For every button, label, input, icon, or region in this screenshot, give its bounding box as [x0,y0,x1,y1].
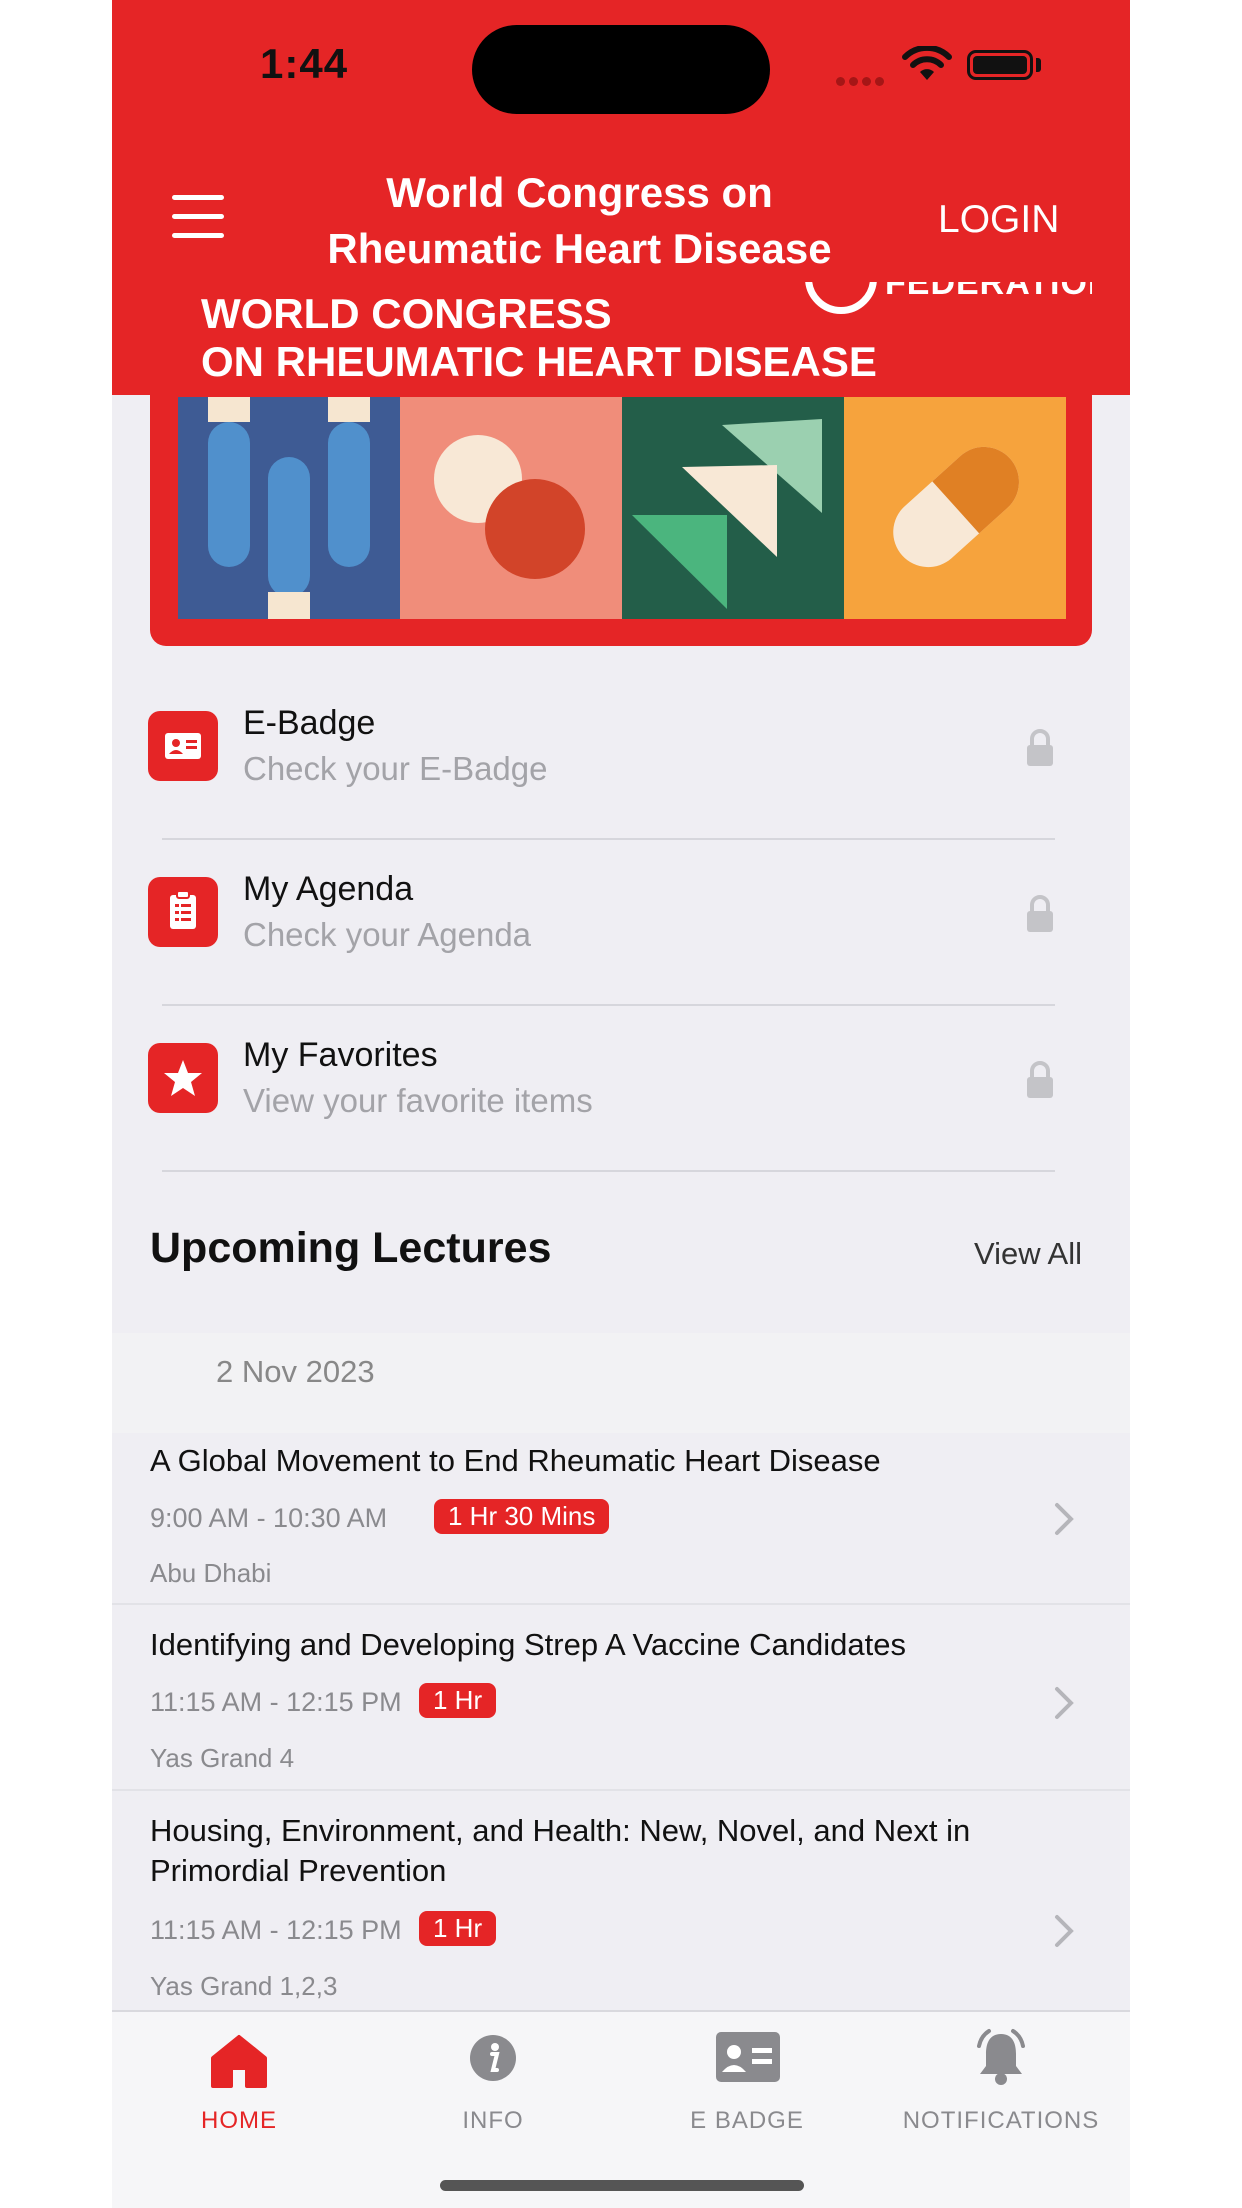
tab-info[interactable]: INFO [366,2012,620,2152]
lecture-title: Identifying and Developing Strep A Vacci… [150,1627,906,1662]
dynamic-island [472,25,770,114]
banner-partial-text: FEDERATION [885,282,1092,302]
clipboard-list-icon [148,877,218,947]
lecture-item[interactable]: Identifying and Developing Strep A Vacci… [112,1605,1130,1789]
lecture-title: Housing, Environment, and Health: New, N… [150,1813,971,1888]
bell-icon [977,2029,1025,2085]
lecture-location: Abu Dhabi [150,1558,272,1588]
menu-row-ebadge[interactable]: E-Badge Check your E-Badge [112,674,1130,840]
banner-title: WORLD CONGRESS ON RHEUMATIC HEART DISEAS… [201,290,877,386]
tab-home[interactable]: HOME [112,2012,366,2152]
status-time: 1:44 [260,40,349,87]
hamburger-menu-icon[interactable] [172,195,224,239]
page-title: World Congress on Rheumatic Heart Diseas… [327,169,832,272]
chevron-right-icon [1055,1503,1074,1535]
row-divider [162,1170,1055,1172]
tab-notifications[interactable]: NOTIFICATIONS [874,2012,1128,2152]
art-panel-green [622,397,844,619]
art-panel-salmon [400,397,622,619]
id-card-icon [716,2032,780,2082]
tab-label: HOME [201,2107,277,2134]
art-panel-orange [844,397,1066,619]
menu-row-title: My Agenda [243,870,414,908]
home-indicator [440,2180,804,2191]
lecture-title: A Global Movement to End Rheumatic Heart… [150,1443,881,1478]
lecture-item[interactable]: A Global Movement to End Rheumatic Heart… [112,1433,1130,1603]
login-button[interactable]: LOGIN [938,198,1059,242]
congress-banner[interactable]: FEDERATION WORLD CONGRESS ON RHEUMATIC H… [150,282,1092,646]
star-icon [148,1043,218,1113]
date-label: 2 Nov 2023 [216,1354,375,1389]
duration-badge: 1 Hr [419,1911,497,1946]
menu-row-title: E-Badge [243,704,376,742]
art-panel-blue [178,397,400,619]
menu-row-favorites[interactable]: My Favorites View your favorite items [112,1006,1130,1172]
lecture-location: Yas Grand 4 [150,1743,295,1773]
chevron-right-icon [1055,1915,1074,1947]
id-card-icon [148,711,218,781]
banner-title-line2: ON RHEUMATIC HEART DISEASE [201,338,877,385]
menu-row-title: My Favorites [243,1036,438,1074]
banner-title-line1: WORLD CONGRESS [201,290,612,337]
lecture-time: 9:00 AM - 10:30 AM [150,1503,388,1533]
duration-badge: 1 Hr 30 Mins [434,1499,610,1534]
lock-icon [1027,1061,1053,1098]
home-icon [211,2035,267,2088]
tab-e-badge[interactable]: E BADGE [620,2012,874,2152]
battery-tip [1036,58,1041,72]
battery-icon [967,50,1033,80]
menu-row-subtitle: View your favorite items [243,1082,593,1119]
lock-icon [1027,729,1053,766]
view-all-link[interactable]: View All [974,1236,1082,1272]
lecture-time: 11:15 AM - 12:15 PM [150,1915,402,1945]
cellular-signal-icon [836,73,888,91]
upcoming-lectures-title: Upcoming Lectures [150,1224,552,1272]
chevron-right-icon [1055,1687,1074,1719]
duration-badge: 1 Hr [419,1683,497,1718]
tab-label: INFO [462,2107,524,2134]
lecture-time: 11:15 AM - 12:15 PM [150,1687,402,1717]
app-screen: 1:44 World Congress on Rheumatic Heart D… [112,0,1130,2208]
lock-icon [1027,895,1053,932]
bottom-tab-bar: HOME INFO E BADGE NOTIFICATIONS [112,2010,1130,2208]
tab-label: E BADGE [690,2107,804,2134]
menu-row-subtitle: Check your E-Badge [243,750,548,787]
info-icon [470,2035,516,2081]
menu-row-agenda[interactable]: My Agenda Check your Agenda [112,840,1130,1006]
lecture-location: Yas Grand 1,2,3 [150,1971,338,2001]
banner-artwork [178,397,1066,619]
menu-row-subtitle: Check your Agenda [243,916,532,953]
lecture-item[interactable]: Housing, Environment, and Health: New, N… [112,1791,1130,2011]
tab-label: NOTIFICATIONS [902,2107,1100,2134]
wifi-icon [902,46,952,80]
